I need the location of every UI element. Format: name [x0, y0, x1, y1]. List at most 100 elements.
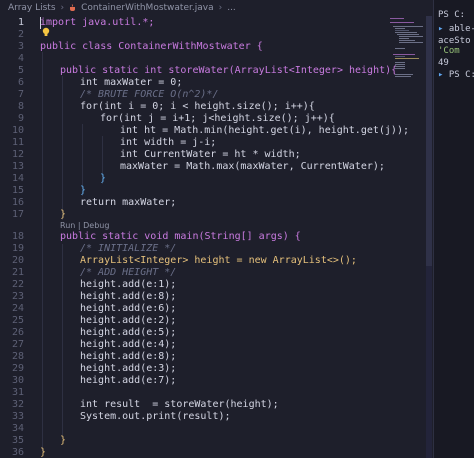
line-number: 15: [11, 185, 24, 196]
code-line-29[interactable]: height.add(e:3);: [80, 363, 176, 374]
code-line-32[interactable]: int result = storeWater(height);: [80, 399, 279, 410]
line-number: 7: [17, 89, 24, 100]
code-token: int maxWater = 0;: [80, 77, 183, 88]
line-number: 17: [11, 209, 24, 220]
breadcrumb-more[interactable]: ...: [227, 3, 236, 13]
line-number: 30: [11, 375, 24, 386]
code-line-18[interactable]: public static void main(String[] args) {: [60, 231, 301, 242]
minimap[interactable]: [388, 16, 424, 96]
minimap-line: [393, 26, 423, 27]
code-line-17[interactable]: }: [60, 209, 66, 220]
code-token: height.add(e:4);: [80, 339, 177, 350]
line-number: 19: [11, 243, 24, 254]
terminal-line-text: PS C:: [448, 70, 474, 80]
code-token: System.out.print(result);: [80, 411, 231, 422]
terminal-panel[interactable]: PS C: ▸ able-g aceSto 'Com 49 ▸ PS C:: [433, 0, 474, 458]
code-line-9[interactable]: for(int j = i+1; j<height.size(); j++){: [100, 113, 335, 124]
minimap-line: [395, 66, 405, 67]
code-token: int ht = Math.min(height.get(i), height.…: [120, 125, 409, 136]
line-number: 22: [11, 279, 24, 290]
breadcrumb-file[interactable]: ContainerWithMostwater.java: [81, 3, 213, 13]
indent-guide: [42, 52, 43, 452]
code-line-22[interactable]: height.add(e:1);: [80, 279, 176, 290]
code-line-27[interactable]: height.add(e:4);: [80, 339, 176, 350]
line-number: 33: [11, 411, 24, 422]
code-line-15[interactable]: }: [80, 185, 86, 196]
code-line-11[interactable]: int width = j-i;: [120, 137, 216, 148]
minimap-line: [399, 36, 423, 37]
code-line-36[interactable]: }: [40, 447, 46, 458]
line-number: 10: [11, 125, 24, 136]
code-token: }: [60, 435, 67, 446]
code-line-5[interactable]: public static int storeWater(ArrayList<I…: [60, 65, 397, 76]
chevron-right-icon: ›: [218, 3, 223, 13]
code-line-1[interactable]: import java.util.*;: [40, 17, 154, 28]
terminal-line: ▸ able-g: [438, 24, 474, 34]
line-number: 1: [17, 17, 24, 28]
code-line-7[interactable]: /* BRUTE FORCE O(n^2)*/: [80, 89, 218, 100]
line-number: 31: [11, 387, 24, 398]
code-line-33[interactable]: System.out.print(result);: [80, 411, 231, 422]
code-token: public static void main(String[] args) {: [60, 231, 301, 242]
code-line-25[interactable]: height.add(e:2);: [80, 315, 176, 326]
code-line-30[interactable]: height.add(e:7);: [80, 375, 176, 386]
code-token: ArrayList<Integer> height = new ArrayLis…: [80, 255, 357, 266]
code-token: /* BRUTE FORCE O(n^2)*/: [80, 89, 219, 100]
code-line-23[interactable]: height.add(e:8);: [80, 291, 176, 302]
code-line-28[interactable]: height.add(e:8);: [80, 351, 176, 362]
code-line-13[interactable]: maxWater = Math.max(maxWater, CurrentWat…: [120, 161, 385, 172]
line-number: 3: [17, 41, 24, 52]
line-number: 26: [11, 327, 24, 338]
breadcrumb-folder[interactable]: Array Lists: [8, 3, 56, 13]
minimap-line: [395, 68, 405, 69]
run-debug-codelens[interactable]: Run | Debug: [60, 221, 109, 230]
line-number: 2: [17, 29, 24, 40]
line-number: 24: [11, 303, 24, 314]
lightbulb-icon[interactable]: [42, 27, 50, 37]
code-line-24[interactable]: height.add(e:6);: [80, 303, 176, 314]
line-number: 21: [11, 267, 24, 278]
code-line-12[interactable]: int CurrentWater = ht * width;: [120, 149, 301, 160]
code-token: height.add(e:8);: [80, 351, 177, 362]
line-number: 4: [17, 53, 24, 64]
code-token: }: [100, 173, 107, 184]
line-number: 32: [11, 399, 24, 410]
line-number: 16: [11, 197, 24, 208]
terminal-line: PS C:: [438, 10, 466, 20]
line-number: 13: [11, 161, 24, 172]
scrollbar-thumb[interactable]: [426, 16, 432, 266]
code-line-20[interactable]: ArrayList<Integer> height = new ArrayLis…: [80, 255, 357, 266]
code-line-21[interactable]: /* ADD HEIGHT */: [80, 267, 176, 278]
code-editor[interactable]: 1 2 3 4 5 6 7 8 9 10 11 12 13 14 15 16 17 18 19 20 21 22 23 24 2…: [0, 16, 432, 458]
code-line-8[interactable]: for(int i = 0; i < height.size(); i++){: [80, 101, 315, 112]
editor-scrollbar[interactable]: [426, 16, 432, 458]
code-line-6[interactable]: int maxWater = 0;: [80, 77, 182, 88]
code-token: }: [40, 447, 47, 458]
minimap-line: [390, 18, 404, 19]
code-line-14[interactable]: }: [100, 173, 106, 184]
code-token: height.add(e:3);: [80, 363, 177, 374]
code-token: int CurrentWater = ht * width;: [120, 149, 301, 160]
code-line-19[interactable]: /* INITIALIZE */: [80, 243, 176, 254]
minimap-line: [395, 48, 405, 49]
minimap-line: [399, 40, 415, 41]
minimap-line: [399, 42, 423, 43]
terminal-line: aceSto: [438, 36, 471, 46]
code-line-16[interactable]: return maxWater;: [80, 197, 176, 208]
minimap-line: [395, 74, 413, 75]
line-number: 25: [11, 315, 24, 326]
code-token: height.add(e:5);: [80, 327, 177, 338]
code-line-35[interactable]: }: [60, 435, 66, 446]
terminal-line: 'Com: [438, 46, 460, 56]
line-number: 23: [11, 291, 24, 302]
code-line-10[interactable]: int ht = Math.min(height.get(i), height.…: [120, 125, 409, 136]
code-line-3[interactable]: public class ContainerWithMostwater {: [40, 41, 263, 52]
code-token: public static int storeWater(ArrayList<I…: [60, 65, 398, 76]
code-token: maxWater = Math.max(maxWater, CurrentWat…: [120, 161, 385, 172]
line-number: 14: [11, 173, 24, 184]
minimap-line: [395, 30, 409, 31]
minimap-line: [397, 34, 419, 35]
minimap-line: [395, 58, 419, 59]
code-token: height.add(e:8);: [80, 291, 177, 302]
code-line-26[interactable]: height.add(e:5);: [80, 327, 176, 338]
